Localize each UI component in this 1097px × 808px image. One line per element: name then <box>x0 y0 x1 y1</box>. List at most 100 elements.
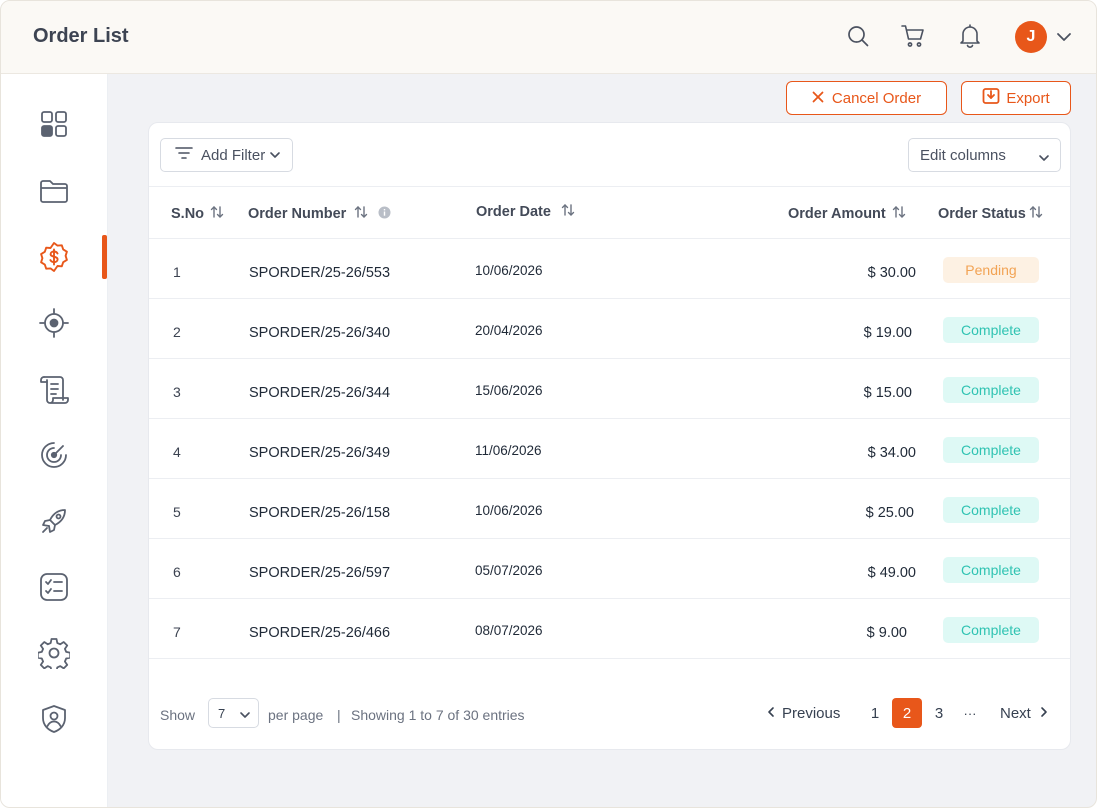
add-filter-button[interactable]: Add Filter <box>160 138 293 172</box>
pagination-bar: Show 7 per page | Showing 1 to 7 of 30 e… <box>149 695 1070 735</box>
page-title: Order List <box>33 25 129 47</box>
sort-icon[interactable] <box>892 205 906 223</box>
target-icon[interactable] <box>37 306 71 340</box>
dollar-badge-icon[interactable] <box>37 240 71 274</box>
cell-sno: 2 <box>173 324 181 340</box>
cell-order-date: 05/07/2026 <box>475 563 543 578</box>
entries-summary: Showing 1 to 7 of 30 entries <box>351 707 525 723</box>
table-row[interactable]: 1 SPORDER/25-26/553 10/06/2026 $ 30.00 P… <box>149 239 1070 299</box>
column-header-order-status[interactable]: Order Status <box>938 205 1043 223</box>
cell-order-number: SPORDER/25-26/344 <box>249 385 391 401</box>
status-badge: Complete <box>943 497 1039 523</box>
close-icon <box>812 90 824 107</box>
sidebar <box>1 74 108 807</box>
cancel-order-label: Cancel Order <box>831 89 922 107</box>
table-row[interactable]: 4 SPORDER/25-26/349 11/06/2026 $ 34.00 C… <box>149 419 1070 479</box>
page-2-button[interactable]: 2 <box>892 698 922 728</box>
edit-columns-select[interactable]: Edit columns <box>908 138 1061 172</box>
previous-label: Previous <box>782 704 841 722</box>
chevron-left-icon <box>767 705 776 722</box>
status-badge: Pending <box>943 257 1039 283</box>
separator: | <box>337 707 341 723</box>
chevron-down-icon[interactable] <box>1055 29 1073 45</box>
column-label: Order Date <box>476 204 551 220</box>
bell-icon[interactable] <box>957 23 983 49</box>
cell-order-number: SPORDER/25-26/466 <box>249 625 391 641</box>
radar-icon[interactable] <box>37 438 71 472</box>
cell-sno: 6 <box>173 564 181 580</box>
top-header: Order List J <box>1 1 1096 74</box>
cell-sno: 5 <box>173 504 181 520</box>
table-row[interactable]: 7 SPORDER/25-26/466 08/07/2026 $ 9.00 Co… <box>149 599 1070 659</box>
cell-sno: 7 <box>173 624 181 640</box>
status-badge: Complete <box>943 617 1039 643</box>
scroll-icon[interactable] <box>37 372 71 406</box>
shield-user-icon[interactable] <box>37 702 71 736</box>
cell-order-date: 15/06/2026 <box>475 383 543 398</box>
sort-icon[interactable] <box>1029 205 1043 223</box>
cart-icon[interactable] <box>900 23 926 49</box>
rocket-icon[interactable] <box>37 504 71 538</box>
cell-order-date: 11/06/2026 <box>475 443 542 458</box>
status-badge: Complete <box>943 377 1039 403</box>
cell-order-date: 10/06/2026 <box>475 503 543 518</box>
status-badge: Complete <box>943 437 1039 463</box>
table-row[interactable]: 2 SPORDER/25-26/340 20/04/2026 $ 19.00 C… <box>149 299 1070 359</box>
per-page-label: per page <box>268 707 324 723</box>
column-header-order-number[interactable]: Order Number <box>248 205 391 223</box>
column-header-order-amount[interactable]: Order Amount <box>788 205 906 223</box>
cell-order-date: 08/07/2026 <box>475 623 543 638</box>
avatar[interactable]: J <box>1015 21 1047 53</box>
folder-icon[interactable] <box>37 174 71 208</box>
filter-icon <box>175 146 193 164</box>
app-frame: Order List J Cancel Order Export Add Fil… <box>0 0 1097 808</box>
column-header-sno[interactable]: S.No <box>171 205 224 223</box>
column-label: Order Amount <box>788 206 886 222</box>
add-filter-label: Add Filter <box>201 146 266 164</box>
cancel-order-button[interactable]: Cancel Order <box>786 81 947 115</box>
cell-order-amount: $ 9.00 <box>866 625 907 641</box>
sidebar-active-indicator <box>102 235 107 279</box>
export-button[interactable]: Export <box>961 81 1071 115</box>
status-badge: Complete <box>943 557 1039 583</box>
previous-button[interactable]: Previous <box>767 698 840 728</box>
table-row[interactable]: 6 SPORDER/25-26/597 05/07/2026 $ 49.00 C… <box>149 539 1070 599</box>
checklist-icon[interactable] <box>37 570 71 604</box>
pagination-ellipsis: ··· <box>963 705 977 721</box>
next-button[interactable]: Next <box>1000 698 1048 728</box>
cell-sno: 3 <box>173 384 181 400</box>
dashboard-icon[interactable] <box>37 107 71 141</box>
sort-icon[interactable] <box>210 205 224 223</box>
edit-columns-label: Edit columns <box>920 146 1006 164</box>
show-label: Show <box>160 707 196 723</box>
cell-order-number: SPORDER/25-26/597 <box>249 565 391 581</box>
column-label: Order Status <box>938 206 1026 222</box>
table-row[interactable]: 5 SPORDER/25-26/158 10/06/2026 $ 25.00 C… <box>149 479 1070 539</box>
cell-order-amount: $ 15.00 <box>863 385 912 401</box>
per-page-select[interactable]: 7 <box>208 698 259 728</box>
sort-icon[interactable] <box>354 205 368 223</box>
cell-order-amount: $ 34.00 <box>867 445 916 461</box>
cell-sno: 4 <box>173 444 181 460</box>
info-icon[interactable] <box>378 206 391 223</box>
search-icon[interactable] <box>845 23 871 49</box>
column-header-order-date[interactable]: Order Date <box>476 203 575 221</box>
chevron-down-icon <box>1038 150 1050 167</box>
table-row[interactable]: 3 SPORDER/25-26/344 15/06/2026 $ 15.00 C… <box>149 359 1070 419</box>
cell-order-date: 10/06/2026 <box>475 263 543 278</box>
chevron-down-icon <box>269 147 281 164</box>
page-1-button[interactable]: 1 <box>868 698 882 728</box>
orders-card: Add Filter Edit columns S.No Order Numbe… <box>148 122 1071 750</box>
cell-order-amount: $ 25.00 <box>865 505 914 521</box>
cell-order-number: SPORDER/25-26/340 <box>249 325 391 341</box>
sort-icon[interactable] <box>561 203 575 221</box>
cell-order-amount: $ 19.00 <box>863 325 912 341</box>
page-3-button[interactable]: 3 <box>932 698 946 728</box>
status-badge: Complete <box>943 317 1039 343</box>
cell-order-number: SPORDER/25-26/553 <box>249 265 391 281</box>
gear-icon[interactable] <box>37 636 71 670</box>
cell-order-amount: $ 49.00 <box>867 565 916 581</box>
export-label: Export <box>1006 89 1050 107</box>
cell-order-date: 20/04/2026 <box>475 323 543 338</box>
chevron-right-icon <box>1039 705 1048 722</box>
